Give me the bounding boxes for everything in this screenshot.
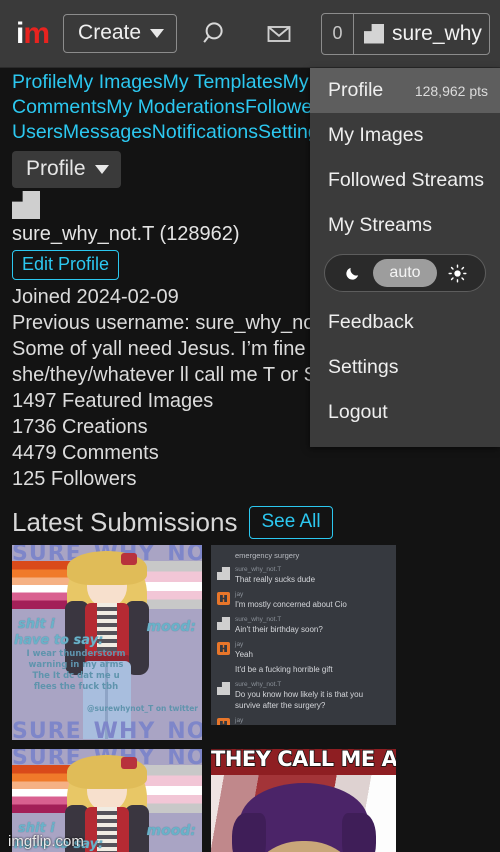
notification-count: 0 [322, 13, 354, 54]
chat-message: sure_why_not.T Ain't their birthday soon… [217, 615, 390, 635]
user-menu-button[interactable]: 0 sure_why [321, 12, 490, 55]
submission-thumbnail[interactable]: SURE_WHY_NOT shi [12, 545, 202, 740]
dropdown-item-profile[interactable]: Profile 128,962 pts [310, 68, 500, 113]
dropdown-item-label: Profile [328, 79, 384, 101]
imgflip-logo[interactable]: im [16, 16, 50, 50]
sure-why-not-character-card: SURE_WHY_NOT shi [12, 545, 202, 740]
submission-thumbnail[interactable]: emergency surgery sure_why_not.T That re… [211, 545, 396, 725]
nav-link-notifications[interactable]: Notifications [152, 121, 258, 143]
dropdown-item-my-images[interactable]: My Images [310, 113, 500, 158]
create-button-label: Create [78, 21, 142, 44]
sun-icon[interactable] [437, 259, 479, 287]
chevron-down-icon [150, 28, 165, 38]
dropdown-item-label: Followed Streams [328, 169, 485, 191]
chat-text: Yeah [235, 650, 253, 659]
hair-bow-icon [121, 553, 137, 565]
chat-avatar-icon [217, 567, 230, 580]
chat-author: sure_why_not.T [235, 616, 282, 623]
submission-thumbnail[interactable]: THEY CALL ME A DOG [211, 749, 396, 852]
chat-text: I'm mostly concerned about Cio [235, 600, 347, 609]
submissions-row: SURE_WHY_NOT shi [12, 545, 494, 740]
dropdown-item-followed-streams[interactable]: Followed Streams [310, 158, 500, 203]
chat-author: sure_why_not.T [235, 566, 282, 573]
stat-followers: 125 Followers [12, 468, 137, 490]
chat-message: jay I'm mostly concerned about Cio [217, 590, 390, 610]
card-text-2: have to say: [14, 633, 104, 648]
dropdown-item-label: Settings [328, 356, 399, 378]
chat-text: Ain't their birthday soon? [235, 625, 323, 634]
chat-text: Do you know how likely it is that you su… [235, 690, 364, 710]
dropdown-item-my-streams[interactable]: My Streams [310, 203, 500, 248]
points-badge: 128,962 pts [414, 83, 488, 99]
chevron-down-icon [94, 164, 109, 174]
chat-avatar-icon [217, 617, 230, 630]
dropdown-item-feedback[interactable]: Feedback [310, 300, 500, 345]
imgflip-watermark: imgflip.com [8, 833, 84, 850]
nav-link-my-templates[interactable]: My Templates [163, 71, 283, 93]
meme-caption: THEY CALL ME A DOG [211, 749, 396, 772]
avatar [364, 23, 384, 44]
they-call-me-a-dog-meme: THEY CALL ME A DOG [211, 749, 396, 852]
page-title: Latest Submissions [12, 507, 238, 537]
dropdown-item-label: My Streams [328, 214, 433, 236]
card-credit: @surewhynot_T on twitter [87, 704, 198, 713]
logo-letter-m: m [23, 16, 50, 50]
card-bottom-word: SURE_WHY_NOT [12, 719, 202, 740]
profile-section-label: Profile [26, 157, 86, 180]
dropdown-item-label: Feedback [328, 311, 414, 333]
dropdown-item-settings[interactable]: Settings [310, 345, 500, 390]
chat-author: jay [235, 591, 244, 598]
chat-message: sure_why_not.T That really sucks dude [217, 565, 390, 585]
theme-toggle-row: auto [310, 248, 500, 300]
nav-link-my-moderations[interactable]: My Moderations [106, 96, 245, 118]
chat-avatar-icon [217, 682, 230, 695]
dropdown-item-label: My Images [328, 124, 424, 146]
card-text-3: mood: [146, 619, 196, 635]
chat-author: sure_why_not.T [235, 681, 282, 688]
card-text-1: shit i [18, 617, 55, 632]
chat-message: jay [217, 716, 390, 725]
latest-submissions-header: Latest Submissions See All [12, 506, 494, 539]
chat-avatar-icon [217, 718, 230, 725]
chat-message: sure_why_not.T Do you know how likely it… [217, 680, 390, 711]
moon-icon[interactable] [331, 259, 373, 287]
chat-conversation-screenshot: emergency surgery sure_why_not.T That re… [211, 545, 396, 725]
theme-toggle[interactable]: auto [324, 254, 486, 292]
search-icon[interactable] [201, 19, 231, 49]
user-dropdown-menu: Profile 128,962 pts My Images Followed S… [310, 68, 500, 447]
chat-text: That really sucks dude [235, 575, 316, 584]
site-header: im Create 0 sure_why [0, 0, 500, 68]
chat-avatar-icon [217, 592, 230, 605]
nav-link-messages[interactable]: Messages [63, 121, 152, 143]
profile-avatar [12, 191, 40, 219]
envelope-icon[interactable] [265, 20, 293, 48]
see-all-button[interactable]: See All [249, 506, 333, 539]
chat-message: jay Yeah It'd be a fucking horrible gift [217, 640, 390, 675]
username-label: sure_why [392, 21, 482, 45]
nav-link-my-images[interactable]: My Images [67, 71, 162, 93]
user-chip[interactable]: sure_why [354, 14, 489, 54]
submissions-grid: SURE_WHY_NOT shi [12, 545, 494, 852]
dropdown-item-label: Logout [328, 401, 388, 423]
card-text-3: mood: [146, 823, 196, 839]
chat-author: jay [235, 641, 244, 648]
nav-link-profile[interactable]: Profile [12, 71, 67, 93]
dropdown-item-logout[interactable]: Logout [310, 390, 500, 435]
theme-auto-option[interactable]: auto [373, 259, 437, 287]
card-body-text: I wear thunderstorm warning in my arms T… [26, 649, 126, 692]
hair-bow-icon [121, 757, 137, 769]
profile-section-button[interactable]: Profile [12, 151, 121, 188]
submissions-row: SURE_WHY_NOT shi [12, 749, 494, 852]
chat-top-text: emergency surgery [235, 551, 300, 560]
chat-author: jay [235, 717, 244, 724]
edit-profile-button[interactable]: Edit Profile [12, 250, 120, 280]
chat-avatar-icon [217, 642, 230, 655]
create-button[interactable]: Create [63, 14, 178, 53]
chat-text: It'd be a fucking horrible gift [235, 665, 333, 674]
